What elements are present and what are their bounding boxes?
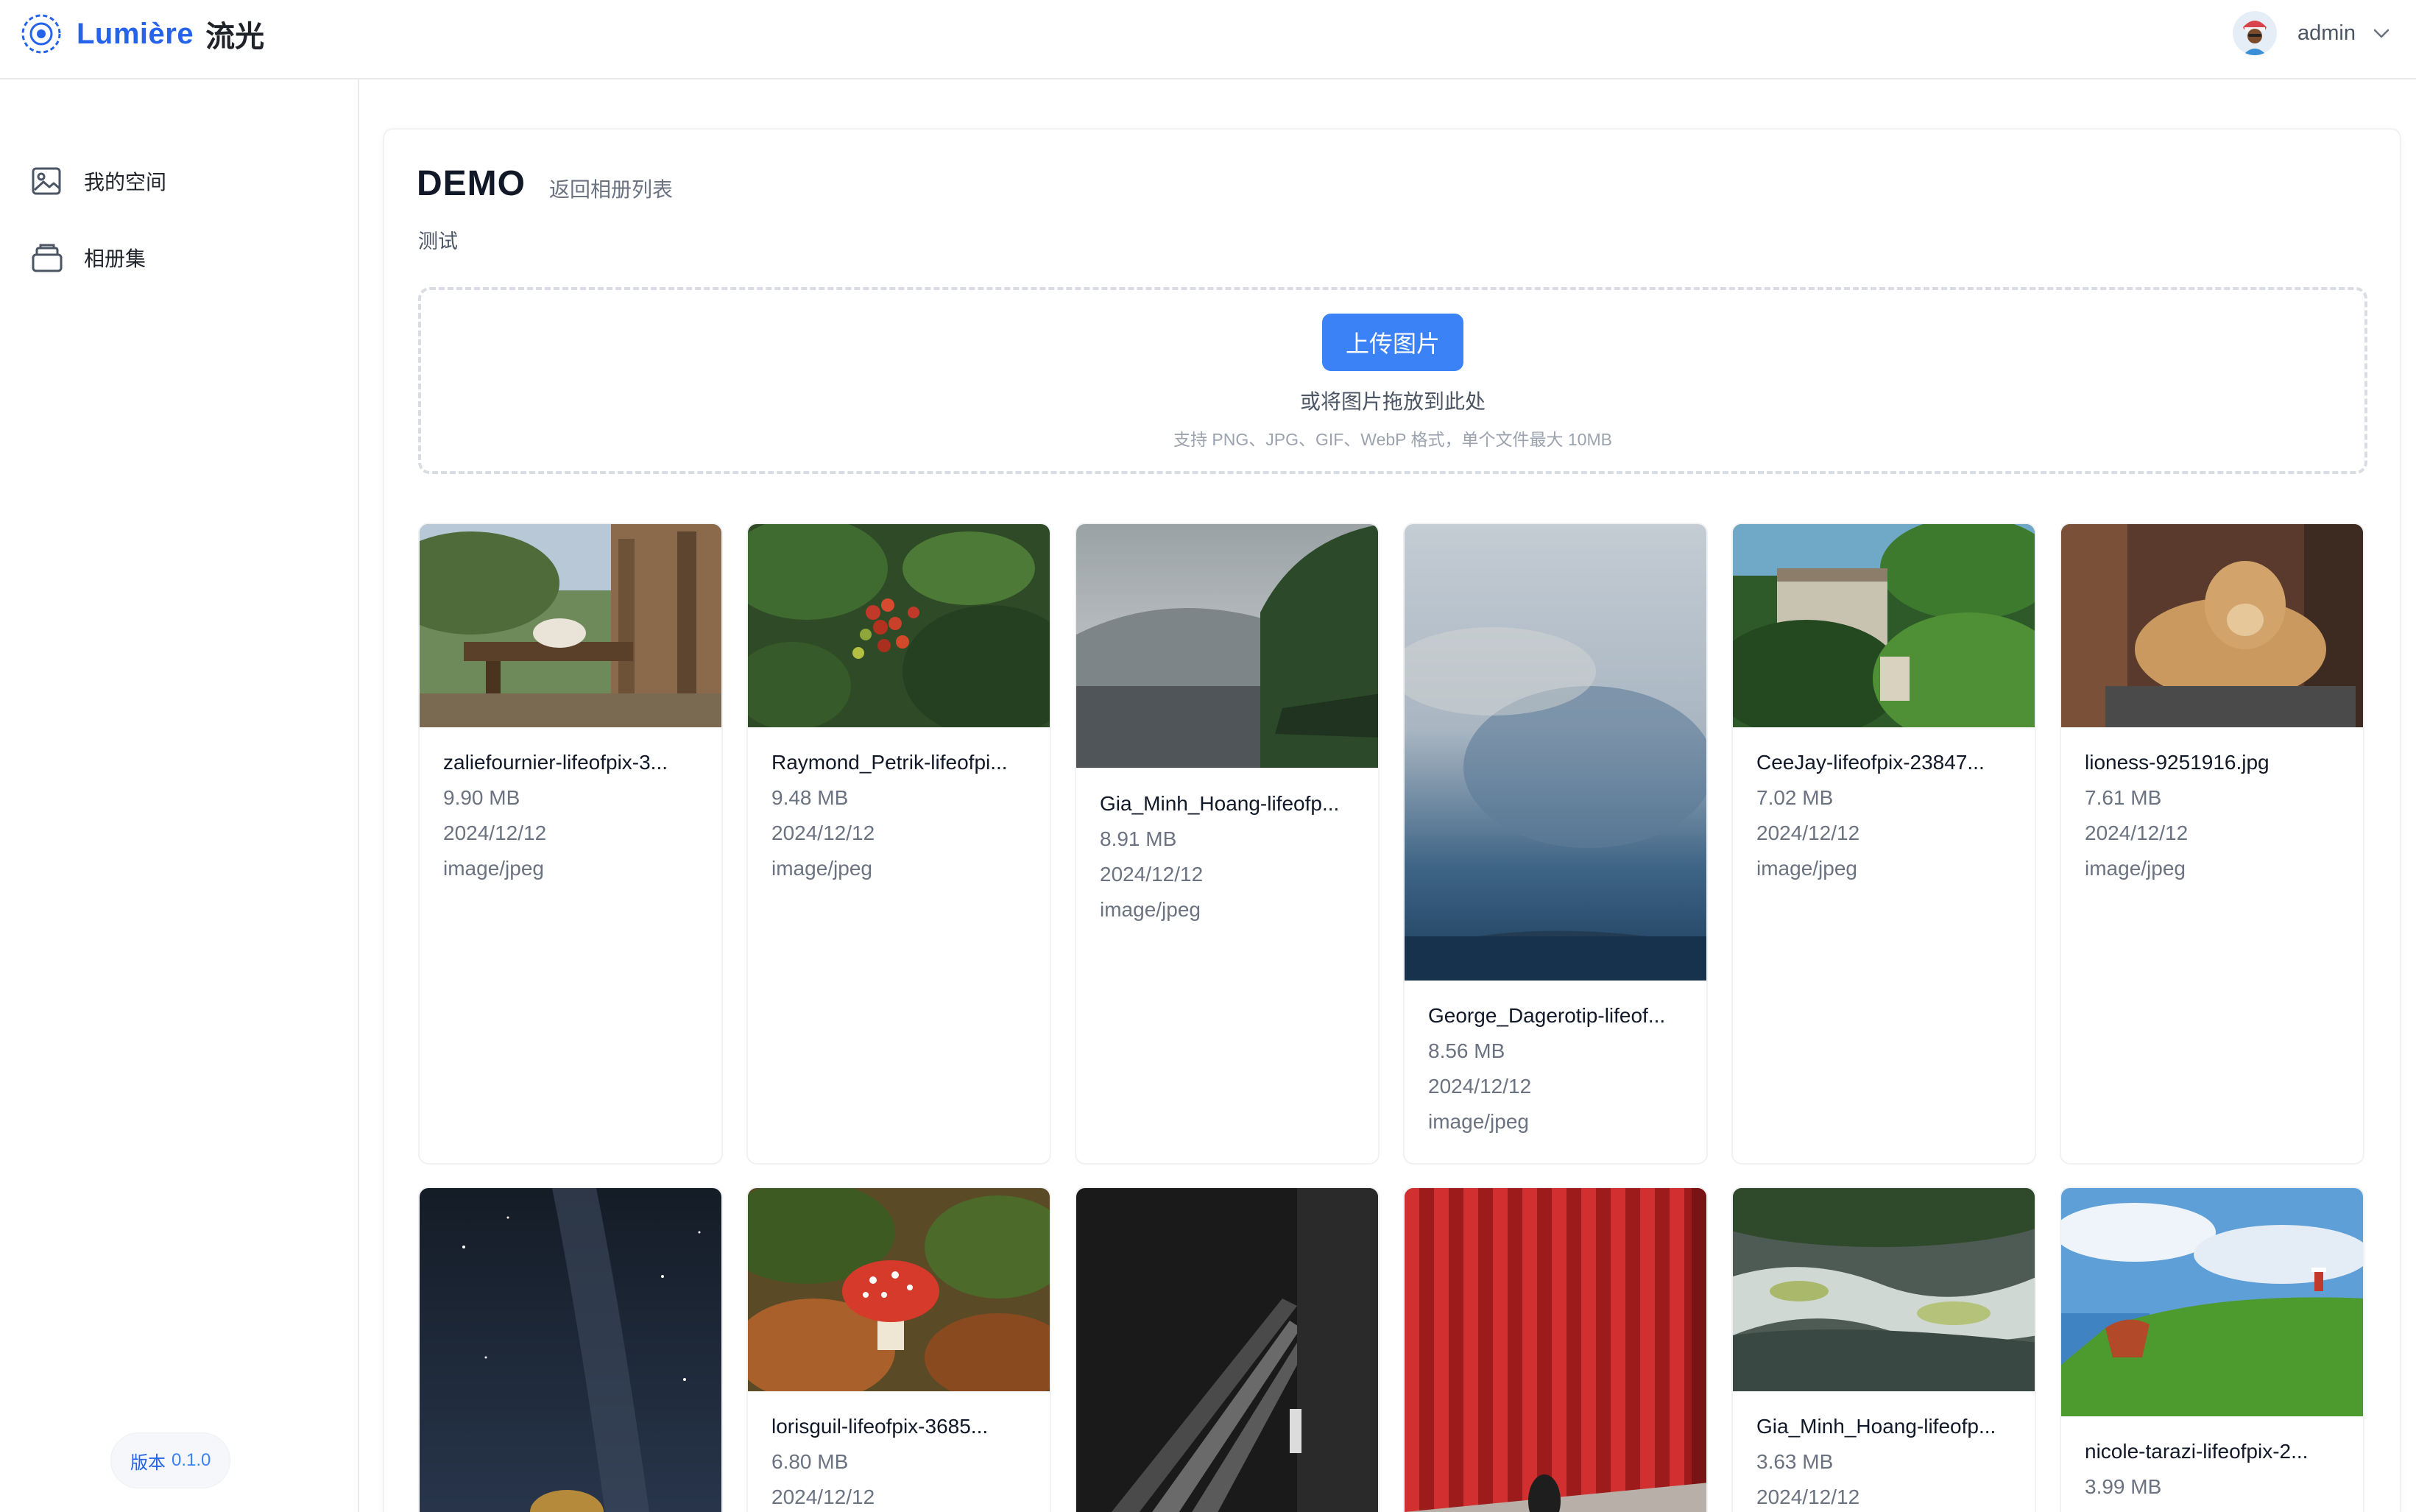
image-filename: CeeJay-lifeofpix-23847...	[1756, 751, 1985, 774]
sidebar-item-label: 我的空间	[84, 171, 167, 194]
image-size: 7.02 MB	[1756, 786, 1834, 809]
image-meta: CeeJay-lifeofpix-23847... 7.02 MB 2024/1…	[1756, 745, 1985, 886]
image-size: 9.48 MB	[771, 786, 849, 809]
brand-name-cn: 流光	[205, 21, 265, 53]
image-meta: Raymond_Petrik-lifeofpi... 9.48 MB 2024/…	[771, 745, 1008, 886]
username: admin	[2297, 21, 2356, 45]
version-number: 0.1.0	[172, 1450, 211, 1470]
image-thumbnail[interactable]	[2061, 524, 2364, 727]
image-thumbnail[interactable]	[1405, 1188, 1708, 1512]
image-date: 2024/12/12	[443, 822, 547, 844]
image-meta: Gia_Minh_Hoang-lifeofp... 3.63 MB 2024/1…	[1756, 1409, 1996, 1512]
image-card[interactable]	[1403, 1187, 1708, 1512]
image-filename: lioness-9251916.jpg	[2085, 751, 2270, 774]
album-description: 测试	[418, 230, 458, 252]
image-size: 8.91 MB	[1100, 827, 1177, 850]
brand-name: Lumière	[77, 17, 194, 50]
image-filename: Gia_Minh_Hoang-lifeofp...	[1100, 792, 1340, 815]
format-hint: 支持 PNG、JPG、GIF、WebP 格式，单个文件最大 10MB	[1173, 430, 1612, 449]
user-menu[interactable]: admin	[2233, 7, 2392, 59]
album-stack-icon	[32, 244, 63, 272]
image-thumbnail[interactable]	[1405, 524, 1708, 981]
image-card[interactable]: CeeJay-lifeofpix-23847... 7.02 MB 2024/1…	[1731, 523, 2036, 1165]
image-meta: nicole-tarazi-lifeofpix-2... 3.99 MB	[2085, 1434, 2308, 1505]
image-date: 2024/12/12	[1756, 1485, 1860, 1508]
image-filename: George_Dagerotip-lifeof...	[1428, 1004, 1666, 1027]
image-date: 2024/12/12	[1100, 863, 1204, 886]
image-meta: zaliefournier-lifeofpix-3... 9.90 MB 202…	[443, 745, 668, 886]
upload-button[interactable]: 上传图片	[1322, 314, 1463, 371]
image-card[interactable]: lioness-9251916.jpg 7.61 MB 2024/12/12 i…	[2060, 523, 2364, 1165]
version-badge: 版本 0.1.0	[110, 1432, 231, 1488]
image-thumbnail[interactable]	[1733, 1188, 2036, 1391]
image-size: 6.80 MB	[771, 1450, 849, 1473]
image-size: 3.99 MB	[2085, 1475, 2162, 1498]
version-label: 版本	[130, 1452, 166, 1473]
image-size: 3.63 MB	[1756, 1450, 1834, 1473]
sidebar-item-label: 相册集	[84, 247, 146, 270]
image-card[interactable]: nicole-tarazi-lifeofpix-2... 3.99 MB	[2060, 1187, 2364, 1512]
brand[interactable]: Lumière 流光	[19, 10, 264, 57]
image-filename: zaliefournier-lifeofpix-3...	[443, 751, 668, 774]
aperture-logo-icon	[21, 14, 61, 54]
image-card[interactable]	[418, 1187, 723, 1512]
image-card[interactable]: Gia_Minh_Hoang-lifeofp... 3.63 MB 2024/1…	[1731, 1187, 2036, 1512]
image-type: image/jpeg	[1428, 1110, 1529, 1133]
image-size: 8.56 MB	[1428, 1039, 1505, 1062]
image-thumbnail[interactable]	[1733, 524, 2036, 727]
image-date: 2024/12/12	[1756, 822, 1860, 844]
image-date: 2024/12/12	[2085, 822, 2189, 844]
image-filename: nicole-tarazi-lifeofpix-2...	[2085, 1440, 2309, 1463]
image-type: image/jpeg	[771, 857, 872, 880]
image-thumbnail[interactable]	[420, 524, 723, 727]
image-thumbnail[interactable]	[748, 1188, 1051, 1391]
image-meta: Gia_Minh_Hoang-lifeofp... 8.91 MB 2024/1…	[1100, 786, 1339, 928]
sidebar-item-my-space[interactable]: 我的空间	[29, 155, 181, 207]
avatar[interactable]	[2233, 11, 2277, 55]
image-card[interactable]: George_Dagerotip-lifeof... 8.56 MB 2024/…	[1403, 523, 1708, 1165]
page-title: DEMO	[417, 164, 526, 203]
sidebar-item-albums[interactable]: 相册集	[29, 232, 160, 283]
image-thumbnail[interactable]	[1076, 524, 1380, 768]
image-card[interactable]: lorisguil-lifeofpix-3685... 6.80 MB 2024…	[746, 1187, 1051, 1512]
sidebar: 我的空间 相册集 版本 0.1.0	[0, 80, 359, 1512]
image-size: 9.90 MB	[443, 786, 520, 809]
chevron-down-icon[interactable]	[2370, 22, 2392, 44]
top-header: Lumière 流光 admin	[0, 0, 2416, 80]
image-type: image/jpeg	[1756, 857, 1857, 880]
image-icon	[32, 167, 61, 195]
image-card[interactable]	[1075, 1187, 1380, 1512]
image-date: 2024/12/12	[1428, 1075, 1532, 1098]
image-size: 7.61 MB	[2085, 786, 2162, 809]
image-thumbnail[interactable]	[420, 1188, 723, 1512]
image-card[interactable]: Gia_Minh_Hoang-lifeofp... 8.91 MB 2024/1…	[1075, 523, 1380, 1165]
image-date: 2024/12/12	[771, 1485, 875, 1508]
image-thumbnail[interactable]	[2061, 1188, 2364, 1416]
image-thumbnail[interactable]	[1076, 1188, 1380, 1512]
image-filename: lorisguil-lifeofpix-3685...	[771, 1415, 989, 1438]
image-card[interactable]: Raymond_Petrik-lifeofpi... 9.48 MB 2024/…	[746, 523, 1051, 1165]
image-type: image/jpeg	[443, 857, 544, 880]
drop-hint: 或将图片拖放到此处	[1299, 390, 1486, 413]
image-meta: George_Dagerotip-lifeof... 8.56 MB 2024/…	[1428, 998, 1665, 1140]
image-date: 2024/12/12	[771, 822, 875, 844]
image-card[interactable]: zaliefournier-lifeofpix-3... 9.90 MB 202…	[418, 523, 723, 1165]
image-filename: Gia_Minh_Hoang-lifeofp...	[1756, 1415, 1996, 1438]
image-filename: Raymond_Petrik-lifeofpi...	[771, 751, 1008, 774]
image-thumbnail[interactable]	[748, 524, 1051, 727]
image-meta: lorisguil-lifeofpix-3685... 6.80 MB 2024…	[771, 1409, 988, 1512]
image-type: image/jpeg	[1100, 898, 1201, 921]
image-type: image/jpeg	[2085, 857, 2186, 880]
back-to-albums-link[interactable]: 返回相册列表	[549, 174, 673, 203]
image-meta: lioness-9251916.jpg 7.61 MB 2024/12/12 i…	[2085, 745, 2270, 886]
